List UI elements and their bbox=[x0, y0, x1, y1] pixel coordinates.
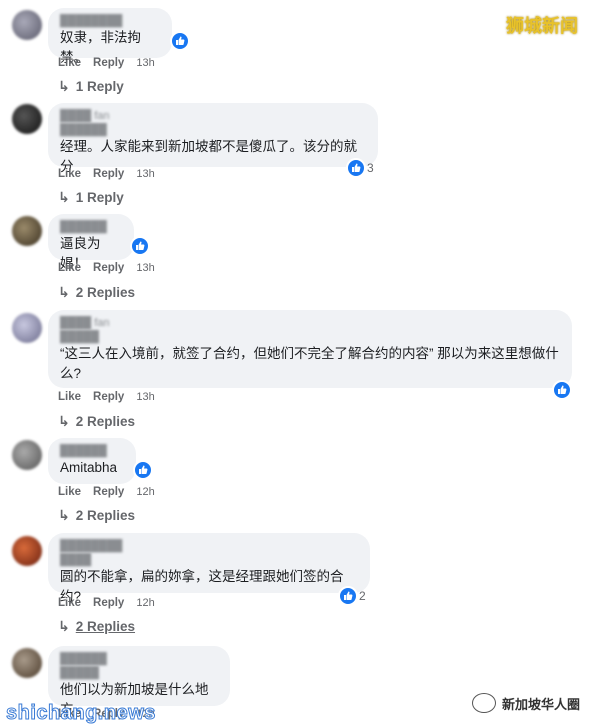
reaction-count[interactable]: 2 bbox=[359, 589, 366, 603]
author-subname: ████ bbox=[60, 554, 92, 566]
reply-button[interactable]: Reply bbox=[93, 391, 124, 403]
author-subname: █████ bbox=[60, 667, 99, 679]
author-name[interactable]: ████ fan bbox=[60, 317, 560, 330]
author-name[interactable]: ████████ bbox=[60, 15, 160, 28]
comment-actions: Like Reply 12h bbox=[58, 597, 155, 609]
avatar[interactable] bbox=[12, 10, 42, 40]
comment-bubble: ████ fan ██████ 经理。人家能来到新加坡都不是傻瓜了。该分的就分 bbox=[48, 103, 378, 174]
author-name[interactable]: ████ fan bbox=[60, 110, 366, 123]
avatar[interactable] bbox=[12, 440, 42, 470]
like-button[interactable]: Like bbox=[58, 597, 81, 609]
reply-arrow-icon: ↳ bbox=[58, 507, 70, 523]
avatar[interactable] bbox=[12, 536, 42, 566]
reply-button[interactable]: Reply bbox=[93, 597, 124, 609]
reaction-count[interactable]: 3 bbox=[367, 161, 374, 175]
comment-text: “这三人在入境前，就签了合约，但她们不完全了解合约的内容” 那以为来这里想做什 … bbox=[60, 346, 559, 381]
reply-arrow-icon: ↳ bbox=[58, 78, 70, 94]
timestamp[interactable]: 13h bbox=[136, 168, 154, 180]
timestamp[interactable]: 12h bbox=[136, 597, 154, 609]
avatar[interactable] bbox=[12, 648, 42, 678]
timestamp[interactable]: 13h bbox=[136, 57, 154, 69]
like-reaction-icon[interactable] bbox=[133, 460, 153, 480]
view-replies-link[interactable]: ↳ 1 Reply bbox=[58, 189, 124, 206]
watermark-site: shichang.news bbox=[6, 702, 156, 725]
view-replies-link[interactable]: ↳ 2 Replies bbox=[58, 507, 135, 524]
timestamp[interactable]: 13h bbox=[136, 391, 154, 403]
comment-bubble: ████ fan █████ “这三人在入境前，就签了合约，但她们不完全了解合约… bbox=[48, 310, 572, 388]
comment-actions: Like Reply 13h bbox=[58, 262, 155, 274]
like-button[interactable]: Like bbox=[58, 486, 81, 498]
like-reaction-icon[interactable] bbox=[338, 586, 358, 606]
author-subname: █████ bbox=[60, 331, 99, 343]
like-button[interactable]: Like bbox=[58, 168, 81, 180]
comment-actions: Like Reply 13h bbox=[58, 391, 155, 403]
comment-actions: Like Reply 12h bbox=[58, 486, 155, 498]
reply-arrow-icon: ↳ bbox=[58, 189, 70, 205]
view-replies-link[interactable]: ↳ 2 Replies bbox=[58, 413, 135, 430]
watermark-account: 新加坡华人圈 bbox=[471, 693, 580, 713]
reply-button[interactable]: Reply bbox=[93, 486, 124, 498]
like-reaction-icon[interactable] bbox=[552, 380, 572, 400]
avatar[interactable] bbox=[12, 104, 42, 134]
author-name[interactable]: ██████ bbox=[60, 221, 122, 234]
reply-button[interactable]: Reply bbox=[93, 168, 124, 180]
timestamp[interactable]: 13h bbox=[136, 262, 154, 274]
author-name[interactable]: ██████ bbox=[60, 653, 218, 666]
reply-arrow-icon: ↳ bbox=[58, 413, 70, 429]
view-replies-link[interactable]: ↳ 2 Replies bbox=[58, 618, 135, 635]
author-name[interactable]: ████████ bbox=[60, 540, 358, 553]
comment-text: Amitabha bbox=[60, 460, 118, 475]
comment-bubble: ████████ 奴隶，非法拘禁。 bbox=[48, 8, 172, 65]
brand-logo: 狮城新闻 bbox=[506, 16, 578, 36]
author-subname: ██████ bbox=[60, 124, 107, 136]
avatar[interactable] bbox=[12, 216, 42, 246]
reply-button[interactable]: Reply bbox=[93, 57, 124, 69]
reply-button[interactable]: Reply bbox=[93, 262, 124, 274]
avatar[interactable] bbox=[12, 313, 42, 343]
comment-bubble: ██████ 逼良为娼！ bbox=[48, 214, 134, 271]
comment-actions: Like Reply 13h bbox=[58, 57, 155, 69]
comment-bubble: ██████ Amitabha bbox=[48, 438, 136, 484]
like-reaction-icon[interactable] bbox=[346, 158, 366, 178]
reply-arrow-icon: ↳ bbox=[58, 284, 70, 300]
comment-actions: Like Reply 13h bbox=[58, 168, 155, 180]
timestamp[interactable]: 12h bbox=[136, 486, 154, 498]
comment-bubble: ████████ ████ 圆的不能拿，扁的妳拿，这是经理跟她们签的合约? bbox=[48, 533, 370, 604]
like-button[interactable]: Like bbox=[58, 391, 81, 403]
like-button[interactable]: Like bbox=[58, 262, 81, 274]
view-replies-link[interactable]: ↳ 2 Replies bbox=[58, 284, 135, 301]
like-reaction-icon[interactable] bbox=[170, 31, 190, 51]
like-reaction-icon[interactable] bbox=[130, 236, 150, 256]
comment-bubble: ██████ █████ 他们以为新加坡是什么地方 bbox=[48, 646, 230, 717]
reply-arrow-icon: ↳ bbox=[58, 618, 70, 634]
view-replies-link[interactable]: ↳ 1 Reply bbox=[58, 78, 124, 95]
author-name[interactable]: ██████ bbox=[60, 445, 124, 458]
like-button[interactable]: Like bbox=[58, 57, 81, 69]
wechat-icon bbox=[471, 693, 496, 713]
